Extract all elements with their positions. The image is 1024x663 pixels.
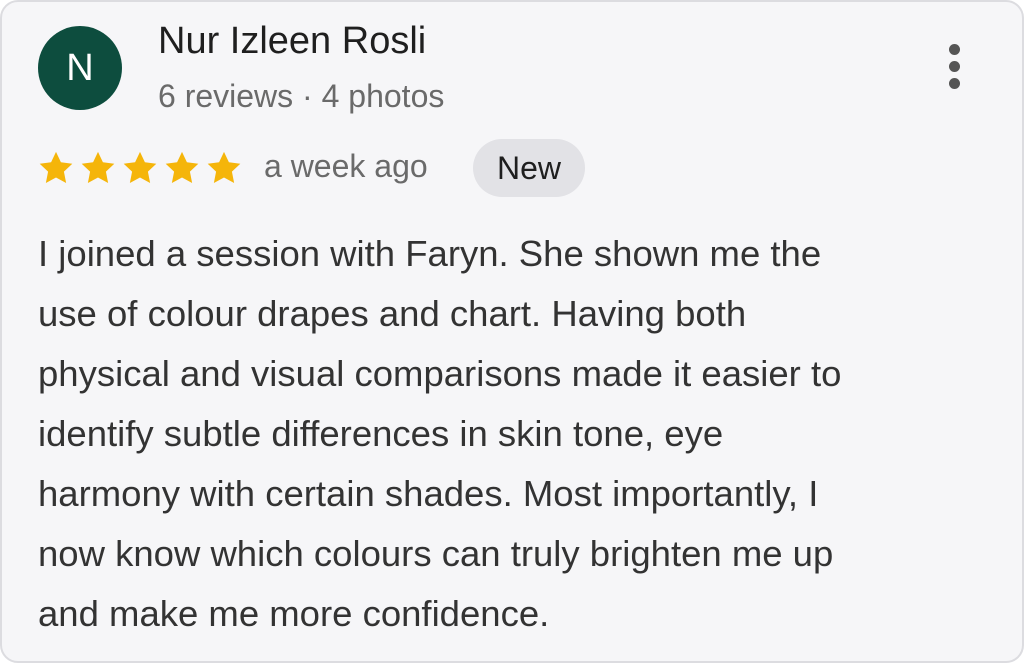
review-line: I joined a session with Faryn. She shown… [38, 233, 822, 274]
more-options-button[interactable] [932, 36, 976, 96]
star-rating [37, 149, 243, 187]
review-line: physical and visual comparisons made it … [38, 353, 842, 394]
avatar[interactable]: N [38, 26, 122, 110]
star-icon [123, 151, 157, 184]
avatar-initial: N [66, 46, 94, 89]
new-badge: New [473, 139, 586, 197]
star-icon [39, 151, 73, 184]
more-vert-icon-dot [948, 77, 960, 89]
review-line: now know which colours can truly brighte… [38, 533, 834, 574]
star-icon [207, 151, 241, 184]
review-line: harmony with certain shades. Most import… [38, 473, 819, 514]
review-line: identify subtle differences in skin tone… [38, 413, 724, 454]
review-line: use of colour drapes and chart. Having b… [38, 293, 747, 334]
reviewer-name[interactable]: Nur Izleen Rosli [158, 20, 426, 63]
more-vert-icon-dot [948, 60, 960, 72]
reviewer-stats: 6 reviews · 4 photos [158, 78, 445, 114]
review-time: a week ago [264, 148, 428, 184]
star-icon [165, 151, 199, 184]
star-icon [81, 151, 115, 184]
review-text: I joined a session with Faryn. She shown… [38, 224, 988, 644]
review-card: N Nur Izleen Rosli 6 reviews · 4 photos … [0, 0, 1024, 663]
review-line: and make me more confidence. [38, 593, 550, 634]
more-vert-icon [948, 43, 960, 55]
